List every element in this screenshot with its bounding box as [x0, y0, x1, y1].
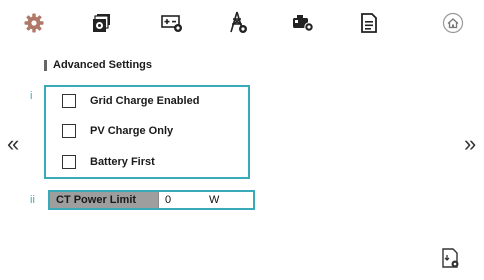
- pv-charge-only-checkbox[interactable]: [62, 124, 76, 138]
- generator-settings-icon[interactable]: [289, 10, 317, 36]
- options-group: Grid Charge Enabled PV Charge Only Batte…: [44, 85, 250, 179]
- option-battery-first[interactable]: Battery First: [62, 152, 155, 172]
- section-title-text: Advanced Settings: [53, 59, 153, 71]
- grid-tower-settings-icon[interactable]: [224, 10, 252, 36]
- ct-power-limit-unit: W: [209, 194, 220, 206]
- grid-charge-enabled-label: Grid Charge Enabled: [90, 95, 200, 107]
- marker-i: i: [30, 90, 33, 102]
- stack-settings-icon[interactable]: [88, 10, 116, 36]
- grid-charge-enabled-checkbox[interactable]: [62, 94, 76, 108]
- home-icon[interactable]: [439, 10, 467, 36]
- ct-power-limit-input[interactable]: 0 W: [158, 192, 253, 208]
- battery-first-label: Battery First: [90, 156, 155, 168]
- option-pv-charge-only[interactable]: PV Charge Only: [62, 121, 173, 141]
- marker-ii: ii: [30, 194, 35, 206]
- ct-power-limit-row: CT Power Limit 0 W: [48, 190, 255, 210]
- option-grid-charge-enabled[interactable]: Grid Charge Enabled: [62, 91, 199, 111]
- pv-charge-only-label: PV Charge Only: [90, 125, 174, 137]
- battery-first-checkbox[interactable]: [62, 155, 76, 169]
- battery-settings-icon[interactable]: [158, 10, 186, 36]
- document-icon[interactable]: [355, 10, 383, 36]
- save-settings-icon[interactable]: [441, 247, 461, 269]
- section-title-bar: [44, 59, 47, 71]
- section-title: Advanced Settings: [44, 59, 152, 71]
- gear-icon[interactable]: [20, 10, 48, 36]
- next-page-arrow[interactable]: »: [464, 133, 476, 155]
- prev-page-arrow[interactable]: «: [7, 133, 19, 155]
- ct-power-limit-label: CT Power Limit: [50, 192, 158, 208]
- ct-power-limit-value: 0: [165, 194, 172, 206]
